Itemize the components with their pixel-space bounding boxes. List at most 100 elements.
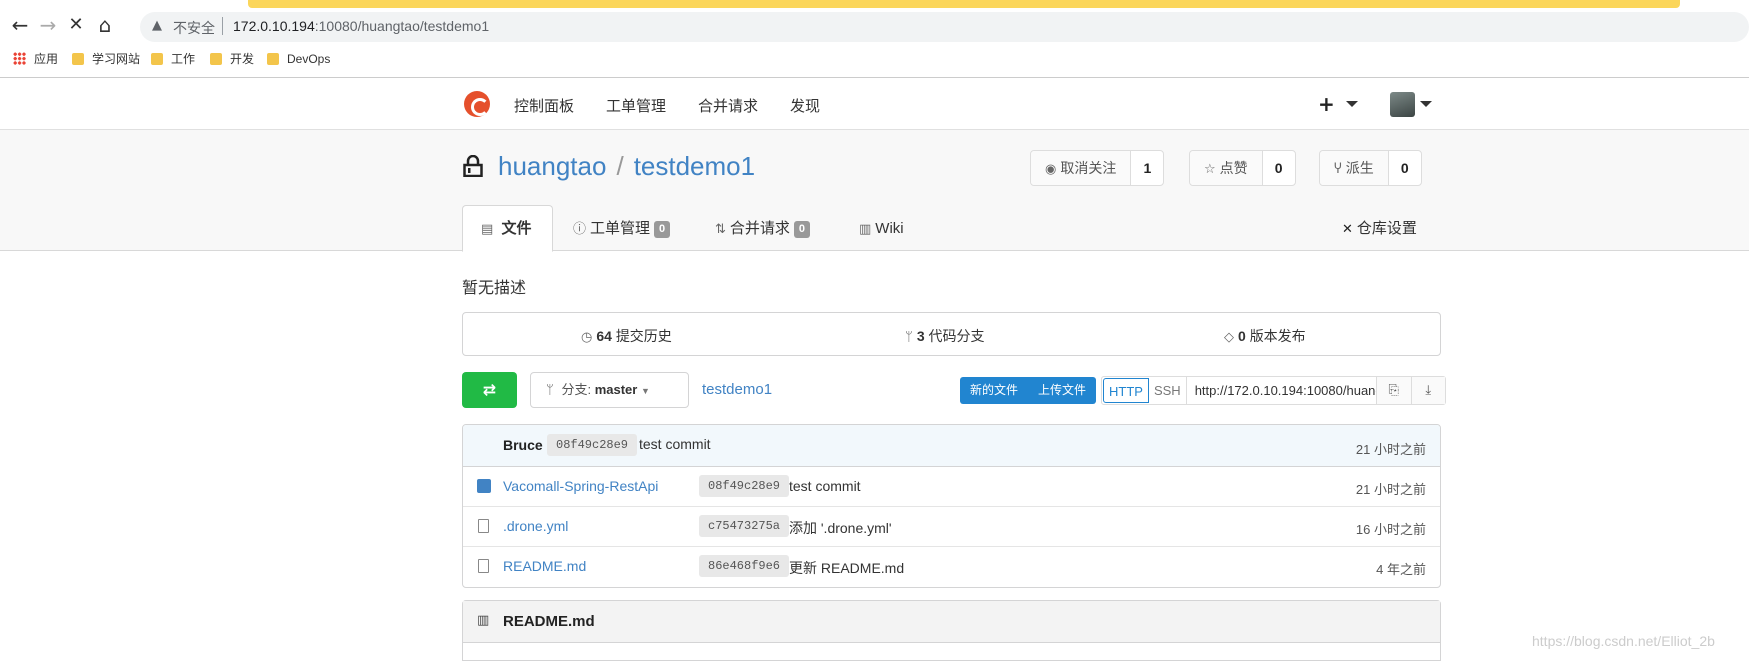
star-button[interactable]: ☆ 点赞 — [1190, 151, 1263, 185]
file-commit-sha[interactable]: 08f49c28e9 — [699, 475, 790, 497]
book-icon: ▥ — [477, 613, 490, 628]
eye-icon: ◉ — [1045, 162, 1057, 177]
copy-clipboard-icon[interactable]: ⎘ — [1376, 377, 1411, 404]
avatar[interactable] — [1390, 92, 1415, 117]
stat-releases[interactable]: ◇ 0 版本发布 — [1224, 326, 1306, 346]
file-name-link[interactable]: .drone.yml — [503, 518, 568, 534]
stat-count: 3 — [916, 328, 925, 344]
back-arrow-icon[interactable]: ← — [9, 14, 31, 36]
bookmark-label: 工作 — [171, 52, 196, 66]
tab-pulls[interactable]: ⇅ 合并请求 0 — [715, 206, 811, 252]
count-badge: 0 — [654, 221, 671, 238]
stop-loading-icon[interactable]: ✕ — [65, 14, 87, 36]
repo-owner-link[interactable]: huangtao — [498, 151, 606, 181]
branch-icon: ᛘ — [546, 383, 554, 398]
repo-description: 暂无描述 — [462, 280, 527, 297]
bookmark-study[interactable]: 学习网站 — [72, 51, 140, 67]
branch-dropdown[interactable]: ᛘ 分支: master ▼ — [530, 372, 689, 408]
star-count[interactable]: 0 — [1263, 151, 1295, 185]
upload-file-button[interactable]: 上传文件 — [1028, 377, 1096, 404]
bookmark-label: 应用 — [34, 52, 59, 66]
active-tab-highlight[interactable] — [248, 0, 1680, 8]
bookmark-label: 学习网站 — [92, 52, 141, 66]
stat-branches[interactable]: ᛘ3 代码分支 — [905, 326, 985, 346]
bookmark-work[interactable]: 工作 — [151, 51, 195, 67]
nav-pulls[interactable]: 合并请求 — [698, 95, 758, 116]
file-age: 16 小时之前 — [1355, 522, 1426, 537]
star-label: 点赞 — [1219, 160, 1248, 176]
file-name-link[interactable]: Vacomall-Spring-RestApi — [503, 478, 658, 494]
latest-commit-row: Bruce 08f49c28e9 test commit 21 小时之前 — [463, 425, 1440, 467]
bookmark-apps[interactable]: 应用 — [13, 51, 58, 67]
file-age: 21 小时之前 — [1355, 482, 1426, 497]
clone-url-input[interactable]: http://172.0.10.194:10080/huangtao/testd… — [1187, 377, 1377, 404]
forward-arrow-icon[interactable]: → — [37, 14, 59, 36]
stat-commits[interactable]: ◷ 64 提交历史 — [581, 326, 672, 346]
home-icon[interactable]: ⌂ — [94, 14, 116, 36]
commit-age: 21 小时之前 — [1355, 442, 1426, 457]
chevron-down-icon[interactable] — [1420, 101, 1432, 107]
stat-label: 代码分支 — [928, 328, 985, 344]
commit-author[interactable]: Bruce — [503, 437, 543, 453]
url-path: :10080/huangtao/testdemo1 — [314, 18, 490, 34]
fork-count[interactable]: 0 — [1389, 151, 1421, 185]
download-icon[interactable]: ⤓ — [1410, 377, 1445, 404]
clone-ssh-button[interactable]: SSH — [1149, 377, 1187, 404]
watch-button[interactable]: ◉ 取消关注 — [1031, 151, 1132, 185]
repo-stats-bar: ◷ 64 提交历史 ᛘ3 代码分支 ◇ 0 版本发布 — [462, 312, 1441, 356]
security-label[interactable]: 不安全 — [173, 18, 215, 38]
star-icon: ☆ — [1204, 162, 1216, 177]
warning-icon[interactable]: ▲ — [152, 18, 162, 33]
issue-icon: ⓘ — [573, 222, 587, 237]
commit-sha[interactable]: 08f49c28e9 — [547, 434, 638, 456]
readme-title[interactable]: README.md — [503, 613, 595, 630]
file-commit-sha[interactable]: c75473275a — [699, 515, 790, 537]
stat-count: 64 — [596, 328, 612, 344]
site-header — [0, 78, 1749, 130]
file-commit-message[interactable]: 更新 README.md — [789, 558, 904, 578]
file-name-link[interactable]: README.md — [503, 558, 586, 574]
chevron-down-icon[interactable] — [1346, 101, 1358, 107]
bookmark-dev[interactable]: 开发 — [210, 51, 254, 67]
watch-count[interactable]: 1 — [1131, 151, 1163, 185]
url-host: 172.0.10.194 — [233, 18, 315, 34]
file-age: 4 年之前 — [1376, 562, 1426, 577]
commit-message[interactable]: test commit — [639, 436, 711, 452]
clone-group: HTTP SSH http://172.0.10.194:10080/huang… — [1101, 376, 1446, 405]
new-file-button[interactable]: 新的文件 — [960, 377, 1028, 404]
url-text[interactable]: 172.0.10.194:10080/huangtao/testdemo1 — [233, 18, 489, 34]
file-icon — [478, 519, 489, 533]
tab-issues[interactable]: ⓘ 工单管理 0 — [573, 206, 671, 252]
file-commit-sha[interactable]: 86e468f9e6 — [699, 555, 790, 577]
breadcrumb[interactable]: testdemo1 — [702, 381, 772, 398]
repo-title-separator: / — [616, 151, 624, 181]
file-commit-message[interactable]: 添加 '.drone.yml' — [789, 518, 892, 538]
tools-icon: ✕ — [1342, 222, 1353, 237]
file-commit-message[interactable]: test commit — [789, 478, 861, 494]
folder-icon — [477, 479, 491, 493]
folder-icon — [210, 53, 222, 65]
nav-explore[interactable]: 发现 — [790, 95, 820, 116]
nav-issues[interactable]: 工单管理 — [606, 95, 666, 116]
tag-icon: ◇ — [1224, 330, 1234, 345]
create-plus-icon[interactable]: + — [1318, 92, 1335, 116]
bookmark-devops[interactable]: DevOps — [267, 51, 330, 67]
compare-button[interactable]: ⇄ — [462, 372, 517, 408]
watch-label: 取消关注 — [1060, 160, 1117, 176]
repo-name-link[interactable]: testdemo1 — [634, 151, 755, 181]
gitea-logo-icon[interactable] — [464, 91, 490, 117]
table-row: .drone.yml c75473275a 添加 '.drone.yml' 16… — [463, 507, 1440, 547]
bookmark-label: 开发 — [230, 52, 255, 66]
tab-files[interactable]: ▤ 文件 — [462, 205, 553, 252]
fork-icon: Ⴤ — [1334, 162, 1342, 177]
watermark: https://blog.csdn.net/Elliot_2b — [1532, 633, 1715, 649]
clone-http-button[interactable]: HTTP — [1103, 378, 1149, 403]
fork-button[interactable]: Ⴤ 派生 — [1320, 151, 1389, 185]
tab-settings[interactable]: ✕ 仓库设置 — [1342, 206, 1417, 252]
bookmark-label: DevOps — [287, 52, 331, 66]
tab-label: 工单管理 — [590, 220, 651, 237]
nav-dashboard[interactable]: 控制面板 — [514, 95, 574, 116]
tab-wiki[interactable]: ▥ Wiki — [859, 206, 904, 252]
branch-icon: ᛘ — [905, 330, 913, 345]
file-icon: ▤ — [481, 222, 494, 237]
